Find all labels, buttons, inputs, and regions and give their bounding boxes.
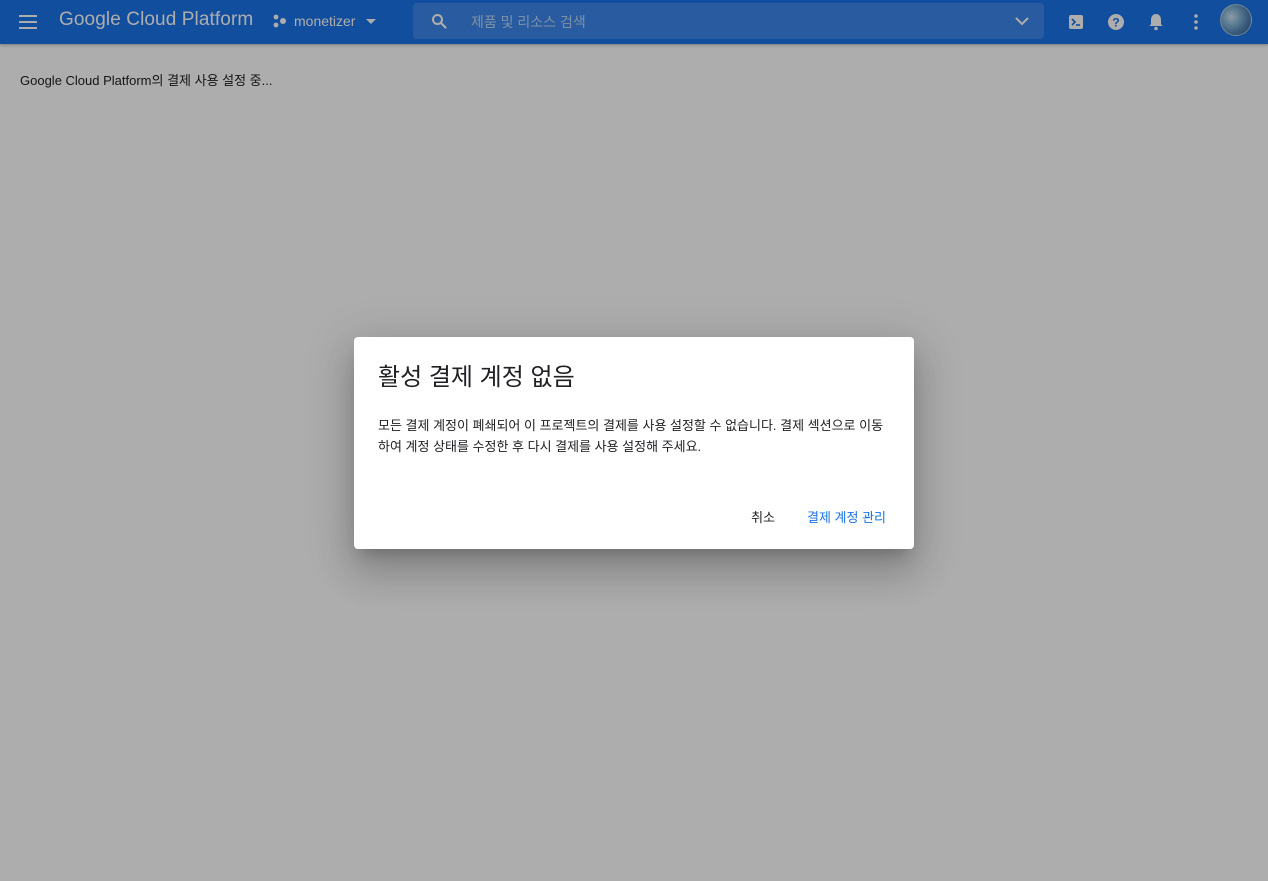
dialog-actions: 취소 결제 계정 관리 — [731, 501, 898, 532]
dialog-title: 활성 결제 계정 없음 — [378, 364, 575, 391]
scrim-top — [0, 0, 1268, 44]
cancel-button[interactable]: 취소 — [739, 501, 787, 532]
no-active-billing-dialog: 활성 결제 계정 없음 모든 결제 계정이 폐쇄되어 이 프로젝트의 결제를 사… — [354, 337, 914, 549]
manage-billing-accounts-button[interactable]: 결제 계정 관리 — [795, 501, 898, 532]
dialog-message: 모든 결제 계정이 폐쇄되어 이 프로젝트의 결제를 사용 설정할 수 없습니다… — [378, 418, 884, 454]
